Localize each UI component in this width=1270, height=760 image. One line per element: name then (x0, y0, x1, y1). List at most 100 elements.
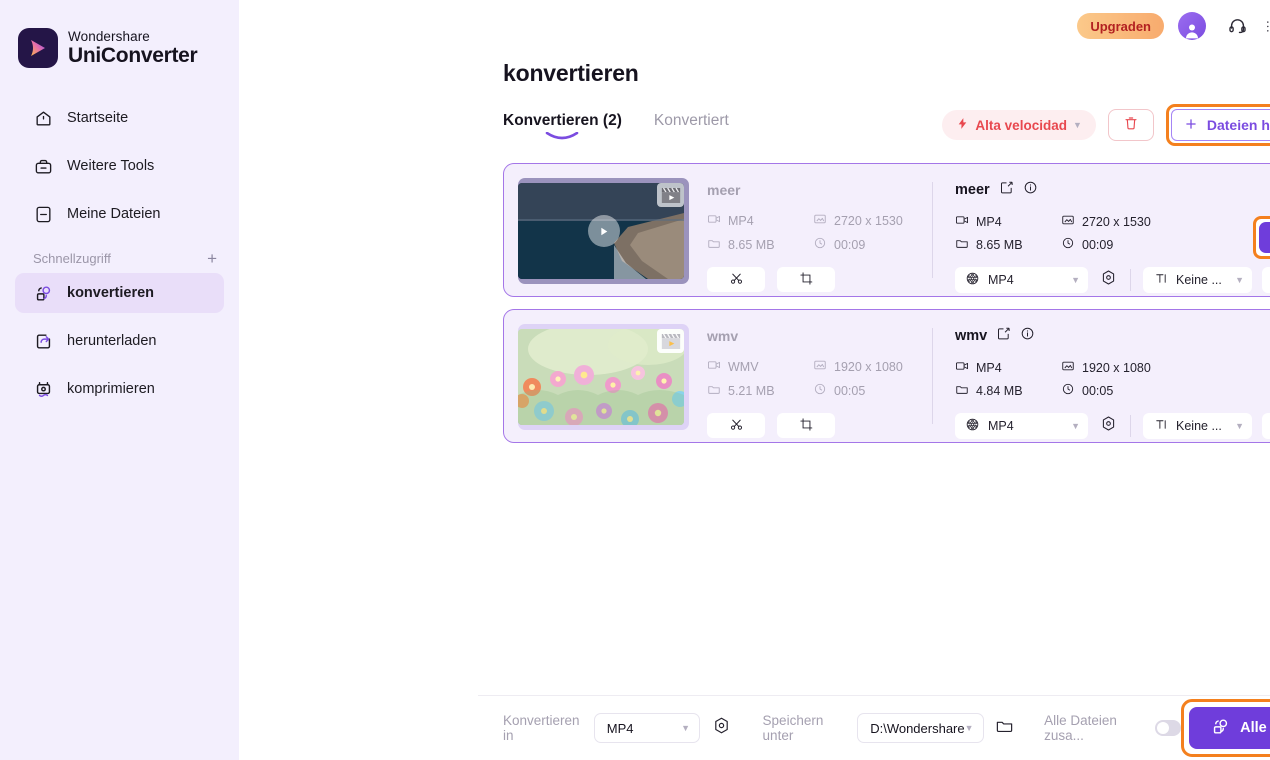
crop-button[interactable] (777, 267, 835, 292)
tab-konvertieren[interactable]: Konvertieren (2) (503, 112, 622, 140)
scissors-icon (729, 271, 744, 289)
plus-icon[interactable]: + (207, 250, 217, 267)
source-size-value: 8.65 MB (728, 237, 775, 252)
sidebar-item-meine-dateien[interactable]: Meine Dateien (15, 194, 224, 234)
convert-file-button[interactable]: konvertier... (1259, 222, 1270, 253)
video-format-icon (707, 212, 721, 229)
app-window: Wondershare UniConverter Startseite Weit… (0, 0, 1270, 760)
resolution-icon (813, 212, 827, 229)
audio-track-select[interactable]: English... ▼ (1262, 413, 1270, 439)
save-to-label: Speichern unter (762, 713, 824, 743)
convert-icon (1211, 717, 1230, 740)
upgrade-button[interactable]: Upgraden (1077, 13, 1164, 39)
source-format-value: WMV (728, 359, 759, 374)
toolbox-icon (33, 156, 53, 176)
global-format-settings-button[interactable] (710, 715, 733, 741)
add-files-label: Dateien hinzufügen (1206, 117, 1270, 133)
add-files-group: Dateien hinzufügen (1170, 109, 1270, 141)
play-button[interactable] (587, 215, 620, 247)
trim-button[interactable] (707, 413, 765, 438)
file-card[interactable]: meer MP4 2720 x 1530 8.65 MB 00:09 meer … (503, 163, 1270, 297)
target-format: MP4 (955, 359, 1061, 376)
source-size: 5.21 MB (707, 382, 813, 399)
target-header: meer (955, 180, 1270, 200)
sidebar-item-label: komprimieren (67, 381, 155, 397)
global-format-select[interactable]: MP4 ▼ (593, 713, 700, 743)
target-file-name: wmv (955, 328, 988, 344)
edit-icon[interactable] (999, 180, 1014, 200)
add-files-highlight: Dateien hinzufügen (1165, 104, 1270, 146)
clock-icon (1061, 382, 1075, 399)
format-settings-button[interactable] (1098, 416, 1118, 436)
add-files-button[interactable]: Dateien hinzufügen (1172, 110, 1270, 140)
output-format-select[interactable]: MP4 ▼ (955, 413, 1088, 439)
chevron-down-icon: ▼ (681, 723, 690, 733)
target-duration-value: 00:05 (1082, 383, 1114, 398)
target-size: 4.84 MB (955, 382, 1061, 399)
folder-icon (955, 382, 969, 399)
tab-label: Konvertieren (2) (503, 112, 622, 129)
film-reel-icon (965, 271, 980, 289)
sidebar-item-komprimieren[interactable]: komprimieren (15, 369, 224, 409)
sidebar-item-startseite[interactable]: Startseite (15, 98, 224, 138)
convert-all-button[interactable]: Alle konvertieren (1189, 707, 1270, 749)
compress-icon (33, 379, 53, 399)
window-titlebar: Upgraden (239, 0, 1270, 52)
download-icon (33, 331, 53, 351)
file-card[interactable]: wmv WMV 1920 x 1080 5.21 MB 00:05 wmv MP… (503, 309, 1270, 443)
info-icon[interactable] (1023, 180, 1038, 200)
source-metadata: wmv WMV 1920 x 1080 5.21 MB 00:05 (689, 324, 918, 438)
sidebar: Wondershare UniConverter Startseite Weit… (0, 0, 239, 760)
target-size-value: 4.84 MB (976, 383, 1023, 398)
sidebar-nav: Startseite Weitere Tools Meine Dateien S… (0, 98, 239, 409)
trim-button[interactable] (707, 267, 765, 292)
tab-active-indicator (546, 132, 579, 140)
resolution-icon (1061, 213, 1075, 230)
chevron-down-icon: ▼ (1235, 275, 1244, 285)
convert-all-label: Alle konvertieren (1240, 720, 1270, 736)
file-target-section: meer MP4 2720 x 1530 8.65 MB 00:09 MP4 ▼… (933, 164, 1270, 296)
list-menu-icon[interactable] (1258, 11, 1270, 41)
merge-all-toggle[interactable] (1154, 720, 1181, 736)
crop-icon (799, 417, 814, 435)
video-thumbnail[interactable] (518, 324, 689, 430)
subtitle-select[interactable]: Keine ... ▼ (1143, 413, 1252, 439)
bottom-toolbar: Konvertieren in MP4 ▼ Speichern unter D:… (478, 695, 1270, 760)
clear-list-button[interactable] (1107, 109, 1154, 141)
source-duration: 00:09 (813, 236, 918, 253)
format-settings-button[interactable] (1098, 270, 1118, 290)
source-resolution-value: 1920 x 1080 (834, 359, 903, 374)
sidebar-item-konvertieren[interactable]: konvertieren (15, 273, 224, 313)
speed-mode-button[interactable]: Alta velocidad ▼ (942, 110, 1096, 140)
tabs-toolbar: Konvertieren (2) Konvertiert Alta veloci… (503, 104, 1270, 146)
source-format: WMV (707, 358, 813, 375)
convert-to-label: Konvertieren in (503, 713, 580, 743)
tab-konvertiert[interactable]: Konvertiert (654, 112, 729, 138)
output-format-select[interactable]: MP4 ▼ (955, 267, 1088, 293)
video-thumbnail[interactable] (518, 178, 689, 284)
target-resolution: 1920 x 1080 (1061, 359, 1270, 376)
video-format-icon (955, 359, 969, 376)
headset-icon[interactable] (1222, 11, 1252, 41)
app-logo: Wondershare UniConverter (0, 0, 239, 68)
brand-top-label: Wondershare (68, 28, 150, 44)
source-format: MP4 (707, 212, 813, 229)
subtitle-value: Keine ... (1176, 419, 1222, 433)
crop-button[interactable] (777, 413, 835, 438)
tab-label: Konvertiert (653, 112, 729, 129)
user-avatar[interactable] (1178, 12, 1206, 40)
source-action-buttons (707, 413, 918, 438)
resolution-icon (1061, 359, 1075, 376)
media-type-badge-icon (657, 329, 684, 353)
edit-icon[interactable] (996, 326, 1011, 346)
open-folder-button[interactable] (994, 715, 1017, 741)
source-size: 8.65 MB (707, 236, 813, 253)
subtitle-select[interactable]: Keine ... ▼ (1143, 267, 1252, 293)
output-format-value: MP4 (988, 419, 1014, 433)
output-path-select[interactable]: D:\Wondershare ▼ (857, 713, 984, 743)
sidebar-item-weitere-tools[interactable]: Weitere Tools (15, 146, 224, 186)
info-icon[interactable] (1020, 326, 1035, 346)
target-duration: 00:05 (1061, 382, 1270, 399)
sidebar-item-herunterladen[interactable]: herunterladen (15, 321, 224, 361)
audio-track-select[interactable]: English... ▼ (1262, 267, 1270, 293)
